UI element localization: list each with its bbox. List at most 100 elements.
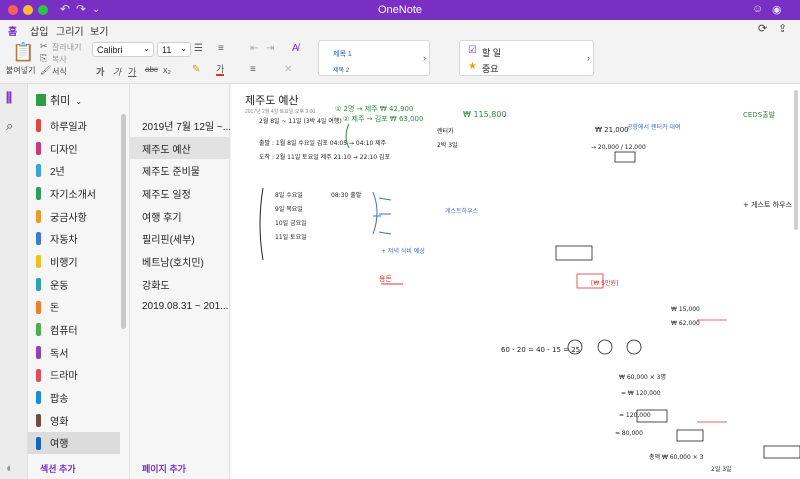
user-icon[interactable]: ◐: [6, 460, 14, 475]
bullet-list-icon[interactable]: ☰: [194, 43, 203, 54]
account-icon[interactable]: ◉: [772, 3, 782, 16]
add-page-button[interactable]: 페이지 추가: [142, 462, 186, 475]
section-item[interactable]: 팝송: [28, 386, 120, 409]
star-icon: ★: [468, 61, 477, 72]
ink-annotation: [₩ 5만원]: [591, 280, 619, 287]
ink-annotation: = ₩ 120,000: [621, 390, 661, 397]
decrease-indent-icon[interactable]: ⇤: [250, 43, 258, 54]
underline-icon[interactable]: 가: [128, 65, 136, 78]
page-item[interactable]: 2019.08.31 ~ 201...: [130, 296, 230, 319]
chevron-down-icon: ⌄: [143, 44, 150, 53]
section-label: 궁금사항: [50, 212, 87, 224]
ink-annotation: 렌터카: [437, 128, 454, 135]
section-item[interactable]: 비행기: [28, 250, 120, 273]
tab-draw[interactable]: 그리기: [56, 23, 84, 38]
tab-view[interactable]: 보기: [90, 23, 108, 38]
tab-insert[interactable]: 삽입: [30, 23, 48, 38]
ink-annotation: + 게스트 하우스: [743, 201, 792, 209]
font-size-select[interactable]: 11 ⌄: [157, 42, 191, 57]
style-heading-2[interactable]: 제목 2: [333, 65, 349, 74]
clipboard-icon[interactable]: 📋: [12, 42, 34, 63]
ink-annotation: ₩ 21,000: [595, 126, 629, 134]
chevron-right-icon[interactable]: ›: [423, 53, 426, 63]
note-canvas[interactable]: 제주도 예산 2017년 2월 4일 토요일 오후 9:00 ① 2명 → 제주…: [231, 84, 800, 479]
ink-annotation: ₩ 15,000: [671, 306, 700, 313]
chevron-right-icon[interactable]: ›: [587, 53, 590, 63]
section-label: 디자인: [50, 144, 78, 156]
align-icon[interactable]: ≡: [250, 64, 256, 75]
section-color-tab: [36, 277, 41, 291]
notebooks-icon[interactable]: ⫼: [6, 90, 12, 106]
section-list: 하루일과디자인 2년 자기소개서궁금사항자동차 비행기 운동 돈컴퓨터독서 드라마 팝송영화여…: [28, 114, 120, 455]
ink-annotation: + 저녁 식비 예상: [381, 248, 425, 255]
style-heading-1[interactable]: 제목 1: [333, 49, 352, 59]
section-item[interactable]: 자동차: [28, 227, 120, 250]
page-item[interactable]: 여행 후기: [130, 205, 230, 228]
sections-pane: 취미 ⌄ 하루일과디자인 2년 자기소개서궁금사항자동차 비행기 운동 돈컴퓨터독서 드라마…: [28, 84, 130, 479]
section-item[interactable]: 디자인: [28, 137, 120, 160]
emoji-feedback-icon[interactable]: ☺: [752, 3, 763, 15]
format-painter-icon[interactable]: 🖌: [40, 65, 51, 76]
pages-pane: 2019년 7월 12일 ~... 제주도 예산 제주도 준비물 제주도 일정 여행 후…: [130, 84, 230, 479]
section-label: 컴퓨터: [50, 326, 78, 338]
paste-button[interactable]: 붙여넣기: [6, 65, 35, 76]
font-family-select[interactable]: Calibri ⌄: [92, 42, 154, 57]
font-color-icon[interactable]: 가: [216, 64, 225, 76]
section-color-tab: [36, 141, 41, 155]
copy-icon[interactable]: ⎘: [40, 53, 47, 64]
ink-annotation: ₩ 115,800: [463, 110, 507, 119]
sections-scrollbar[interactable]: [121, 114, 126, 329]
ink-annotation: 8일 수요일: [275, 192, 303, 199]
cut-button[interactable]: 잘라내기: [52, 42, 81, 53]
section-item[interactable]: 독서: [28, 341, 120, 364]
section-item[interactable]: 2년: [28, 159, 120, 182]
section-item[interactable]: 돈: [28, 296, 120, 319]
subscript-icon[interactable]: x₂: [163, 65, 171, 75]
ink-annotation: CEDS출발: [743, 111, 776, 119]
ink-annotation: 게스트하우스: [445, 208, 479, 215]
font-family-value: Calibri: [97, 45, 123, 55]
section-item[interactable]: 자기소개서: [28, 182, 120, 205]
section-color-tab: [36, 413, 41, 427]
clear-format-icon[interactable]: A̸: [292, 43, 299, 54]
section-label: 영화: [50, 416, 69, 428]
ink-annotation: 9일 목요일: [275, 206, 303, 213]
tag-todo[interactable]: 할 일: [482, 46, 501, 59]
ink-annotation: = 120,000: [619, 412, 651, 419]
section-color-tab: [36, 255, 41, 269]
canvas-scrollbar[interactable]: [794, 90, 798, 230]
section-item[interactable]: 컴퓨터: [28, 318, 120, 341]
page-item[interactable]: 제주도 예산: [130, 136, 230, 160]
search-icon[interactable]: ⌕: [6, 118, 13, 134]
copy-button[interactable]: 복사: [52, 54, 67, 65]
section-item[interactable]: 영화: [28, 409, 120, 432]
delete-icon[interactable]: ✕: [284, 64, 292, 75]
increase-indent-icon[interactable]: ⇥: [266, 43, 274, 54]
strikethrough-icon[interactable]: abc: [145, 65, 158, 74]
sync-icon[interactable]: ⟳: [758, 22, 767, 35]
page-item[interactable]: 2019년 7월 12일 ~...: [130, 114, 230, 137]
styles-gallery[interactable]: 제목 1 제목 2 ›: [318, 40, 430, 76]
page-item[interactable]: 제주도 준비물: [130, 159, 230, 182]
page-item[interactable]: 제주도 일정: [130, 182, 230, 205]
page-item[interactable]: 베트남(호치민): [130, 250, 230, 273]
italic-icon[interactable]: 가: [113, 65, 121, 78]
section-item[interactable]: 궁금사항: [28, 205, 120, 228]
page-item[interactable]: 강화도: [130, 273, 230, 296]
format-painter-button[interactable]: 서식: [52, 66, 67, 77]
title-bar: ↶ ↷ ⌄ OneNote ☺ ◉: [0, 0, 800, 20]
tag-important[interactable]: 중요: [482, 62, 499, 75]
bold-icon[interactable]: 가: [96, 65, 104, 78]
tags-gallery[interactable]: ☑ 할 일 ★ 중요 ›: [459, 40, 594, 76]
scissors-icon[interactable]: ✂: [40, 41, 48, 52]
section-item[interactable]: 여행: [28, 431, 120, 455]
numbered-list-icon[interactable]: ≡: [218, 43, 224, 54]
notebook-selector[interactable]: 취미 ⌄: [36, 92, 82, 108]
section-item[interactable]: 하루일과: [28, 114, 120, 137]
section-item[interactable]: 드라마: [28, 364, 120, 387]
highlighter-icon[interactable]: ✎: [192, 64, 200, 75]
add-section-button[interactable]: 섹션 추가: [40, 462, 76, 475]
page-item[interactable]: 필리핀(세부): [130, 227, 230, 250]
section-item[interactable]: 운동: [28, 273, 120, 296]
share-icon[interactable]: ⇪: [778, 22, 787, 35]
